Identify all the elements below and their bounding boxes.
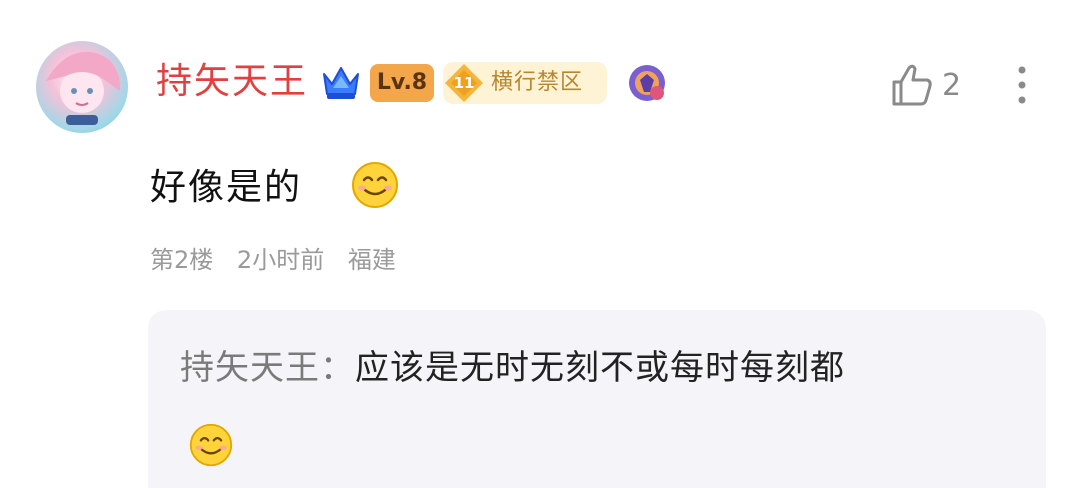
more-vertical-icon[interactable] [1010, 64, 1034, 108]
floor-label: 第2楼 [150, 246, 214, 274]
location-label: 福建 [347, 246, 396, 274]
avatar[interactable] [36, 41, 128, 133]
comment-meta: 第2楼 2小时前 福建 [150, 240, 412, 280]
smile-emoji-icon [350, 160, 400, 210]
reply-separator: ： [320, 348, 355, 388]
username[interactable]: 持矢天王 [156, 60, 308, 104]
reply-text: 应该是无时无刻不或每时每刻都 [355, 348, 845, 388]
fan-badge-label: 横行禁区 [491, 70, 584, 95]
like-count: 2 [942, 68, 962, 103]
fan-badge-number: 11 [453, 74, 475, 92]
reply-username[interactable]: 持矢天王 [180, 348, 320, 388]
comment-item: 持矢天王 Lv.8 11 横行禁区 2 好像是的 第2楼 2小时前 福建 持矢天… [0, 0, 1080, 488]
reply-line: 持矢天王：应该是无时无刻不或每时每刻都 [180, 340, 845, 396]
time-label: 2小时前 [236, 246, 325, 274]
level-badge: Lv.8 [370, 64, 434, 102]
crown-icon [320, 62, 362, 102]
fan-badge[interactable]: 11 横行禁区 [443, 62, 607, 104]
reply-box[interactable] [148, 310, 1046, 488]
comment-text: 好像是的 [150, 167, 303, 208]
thumbs-up-icon[interactable] [890, 62, 934, 108]
decoration-badge-icon [626, 62, 668, 104]
smile-emoji-icon [188, 422, 234, 468]
